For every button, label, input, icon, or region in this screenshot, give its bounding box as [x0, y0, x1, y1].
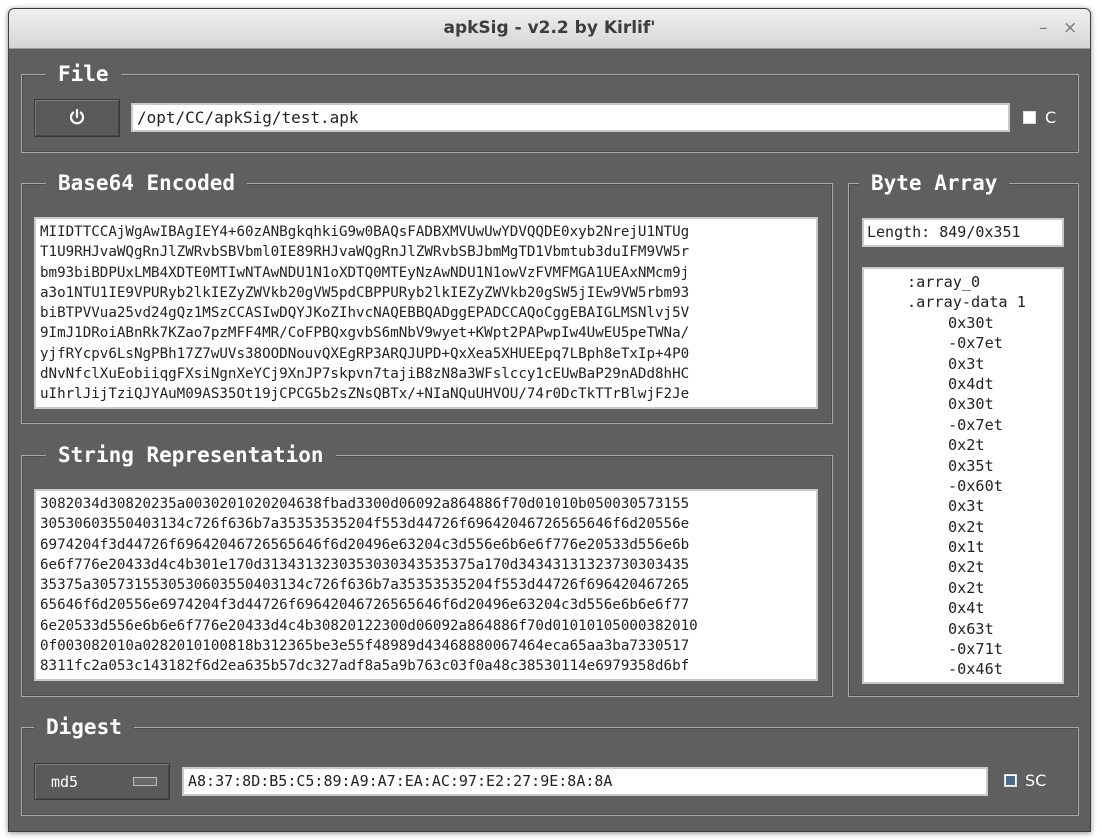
file-legend: File	[46, 60, 121, 88]
byte-value-line: 0x30t	[948, 395, 994, 414]
string-rep-line: 65646f6d20556e6974204f3d44726f6964204672…	[40, 597, 690, 614]
array-label-line: :array_0	[907, 273, 981, 291]
c-checkbox[interactable]	[1023, 111, 1036, 124]
sc-checkbox[interactable]	[1004, 774, 1017, 787]
byte-value-line: 0x4t	[948, 599, 985, 618]
string-rep-line: 35375a3057315530530603550403134c726f636b…	[40, 577, 690, 594]
byte-value-line: -0x71t	[948, 640, 1003, 659]
byte-value-line: 0x30t	[948, 313, 994, 332]
minimize-button[interactable]: –	[1039, 18, 1048, 38]
byte-value-line: -0x60t	[948, 476, 1003, 495]
base64-line: T1U9RHJvaWQgRnJlZWRvbSBVbml0IE89RHJvaWQg…	[40, 244, 690, 261]
open-file-button[interactable]	[34, 99, 120, 137]
power-icon	[68, 108, 86, 126]
byte-array-legend: Byte Array	[859, 169, 1010, 197]
byte-value-line: -0x7et	[948, 334, 1003, 353]
byte-array-text: :array_0 .array-data 1 0x30t -0x7et 0x3t 0x4d…	[864, 269, 1062, 680]
app-window: apkSig - v2.2 by Kirlif' – × File /opt/C…	[8, 8, 1091, 832]
byte-value-line: -0x7et	[948, 415, 1003, 434]
byte-value-line: 0x2t	[948, 436, 985, 455]
string-rep-line: 6e20533d556e6b6e6f776e20433d4c4b30820122…	[40, 617, 698, 634]
base64-line: dNvNfclXuEobiiqgFXsiNgnXeYCj9XnJP7skpvn7…	[40, 366, 690, 383]
digest-value-text: A8:37:8D:B5:C5:89:A9:A7:EA:AC:97:E2:27:9…	[188, 772, 613, 790]
byte-value-line: 0x3t	[948, 354, 985, 373]
base64-legend: Base64 Encoded	[46, 169, 248, 197]
file-path-input[interactable]: /opt/CC/apkSig/test.apk	[131, 103, 1010, 132]
byte-value-line: 0x2t	[948, 517, 985, 536]
base64-text: MIIDTTCCAjWgAwIBAgIEY4+60zANBgkqhkiG9w0B…	[36, 219, 816, 407]
byte-length-text: Length: 849/0x351	[867, 223, 1021, 241]
byte-value-line: 0x2t	[948, 558, 985, 577]
byte-value-line: 0x35t	[948, 456, 994, 475]
byte-value-line: -0x46t	[948, 660, 1003, 679]
algorithm-select[interactable]: md5	[34, 763, 170, 800]
array-data-line: .array-data 1	[907, 293, 1026, 312]
base64-line: a3o1NTU1IE9VPURyb2lkIEZyZWVkb20gVW5pdCBP…	[40, 284, 690, 301]
close-button[interactable]: ×	[1063, 18, 1077, 38]
window-title: apkSig - v2.2 by Kirlif'	[443, 18, 656, 38]
c-checkbox-label: C	[1045, 108, 1057, 127]
sc-checkbox-mark	[1006, 776, 1015, 785]
file-path-text: /opt/CC/apkSig/test.apk	[137, 108, 359, 127]
base64-textarea[interactable]: MIIDTTCCAjWgAwIBAgIEY4+60zANBgkqhkiG9w0B…	[34, 217, 818, 409]
string-rep-line: 6974204f3d44726f69642046726565646f6d2049…	[40, 536, 690, 553]
base64-line: MIIDTTCCAjWgAwIBAgIEY4+60zANBgkqhkiG9w0B…	[40, 224, 690, 240]
byte-value-line: 0x63t	[948, 619, 994, 638]
base64-line: yjfRYcpv6LsNgPBh17Z7wUVs38OODNouvQXEgRP3…	[40, 345, 690, 362]
byte-length-field[interactable]: Length: 849/0x351	[862, 218, 1064, 247]
string-rep-legend: String Representation	[46, 441, 336, 469]
string-rep-line: 3082034d30820235a0030201020204638fbad330…	[40, 496, 690, 512]
dropdown-indicator-icon	[133, 777, 157, 786]
string-rep-line: 0f003082010a0282010100818b312365be3e55f4…	[40, 638, 690, 655]
byte-array-list[interactable]: :array_0 .array-data 1 0x30t -0x7et 0x3t 0x4d…	[862, 267, 1064, 684]
title-bar[interactable]: apkSig - v2.2 by Kirlif' – ×	[9, 9, 1090, 49]
string-rep-textarea[interactable]: 3082034d30820235a0030201020204638fbad330…	[34, 489, 818, 681]
string-rep-text: 3082034d30820235a0030201020204638fbad330…	[36, 491, 816, 679]
byte-value-line: 0x4dt	[948, 374, 994, 393]
string-rep-line: 6e6f776e20433d4c4b301e170d31343132303530…	[40, 556, 690, 573]
algorithm-value: md5	[51, 773, 79, 791]
digest-legend: Digest	[34, 713, 134, 741]
base64-line: uIhrlJijTziQJYAuM09AS35Ot19jCPCG5b2sZNsQ…	[40, 386, 690, 403]
digest-value-field[interactable]: A8:37:8D:B5:C5:89:A9:A7:EA:AC:97:E2:27:9…	[182, 767, 988, 796]
byte-value-line: 0x1t	[948, 538, 985, 557]
byte-value-line: 0x2t	[948, 578, 985, 597]
sc-checkbox-label: SC	[1025, 771, 1047, 790]
base64-line: biBTPVVua25vd24gQz1MSzCCASIwDQYJKoZIhvcN…	[40, 305, 690, 322]
base64-line: bm93biBDPUxLMB4XDTE0MTIwNTAwNDU1N1oXDTQ0…	[40, 264, 690, 281]
string-rep-line: 30530603550403134c726f636b7a35353535204f…	[40, 516, 690, 533]
base64-line: 9ImJ1DRoiABnRk7KZao7pzMFF4MR/CoFPBQxgvbS…	[40, 325, 690, 342]
string-rep-line: 8311fc2a053c143182f6d2ea635b57dc327adf8a…	[40, 658, 690, 675]
byte-value-line: 0x3t	[948, 497, 985, 516]
